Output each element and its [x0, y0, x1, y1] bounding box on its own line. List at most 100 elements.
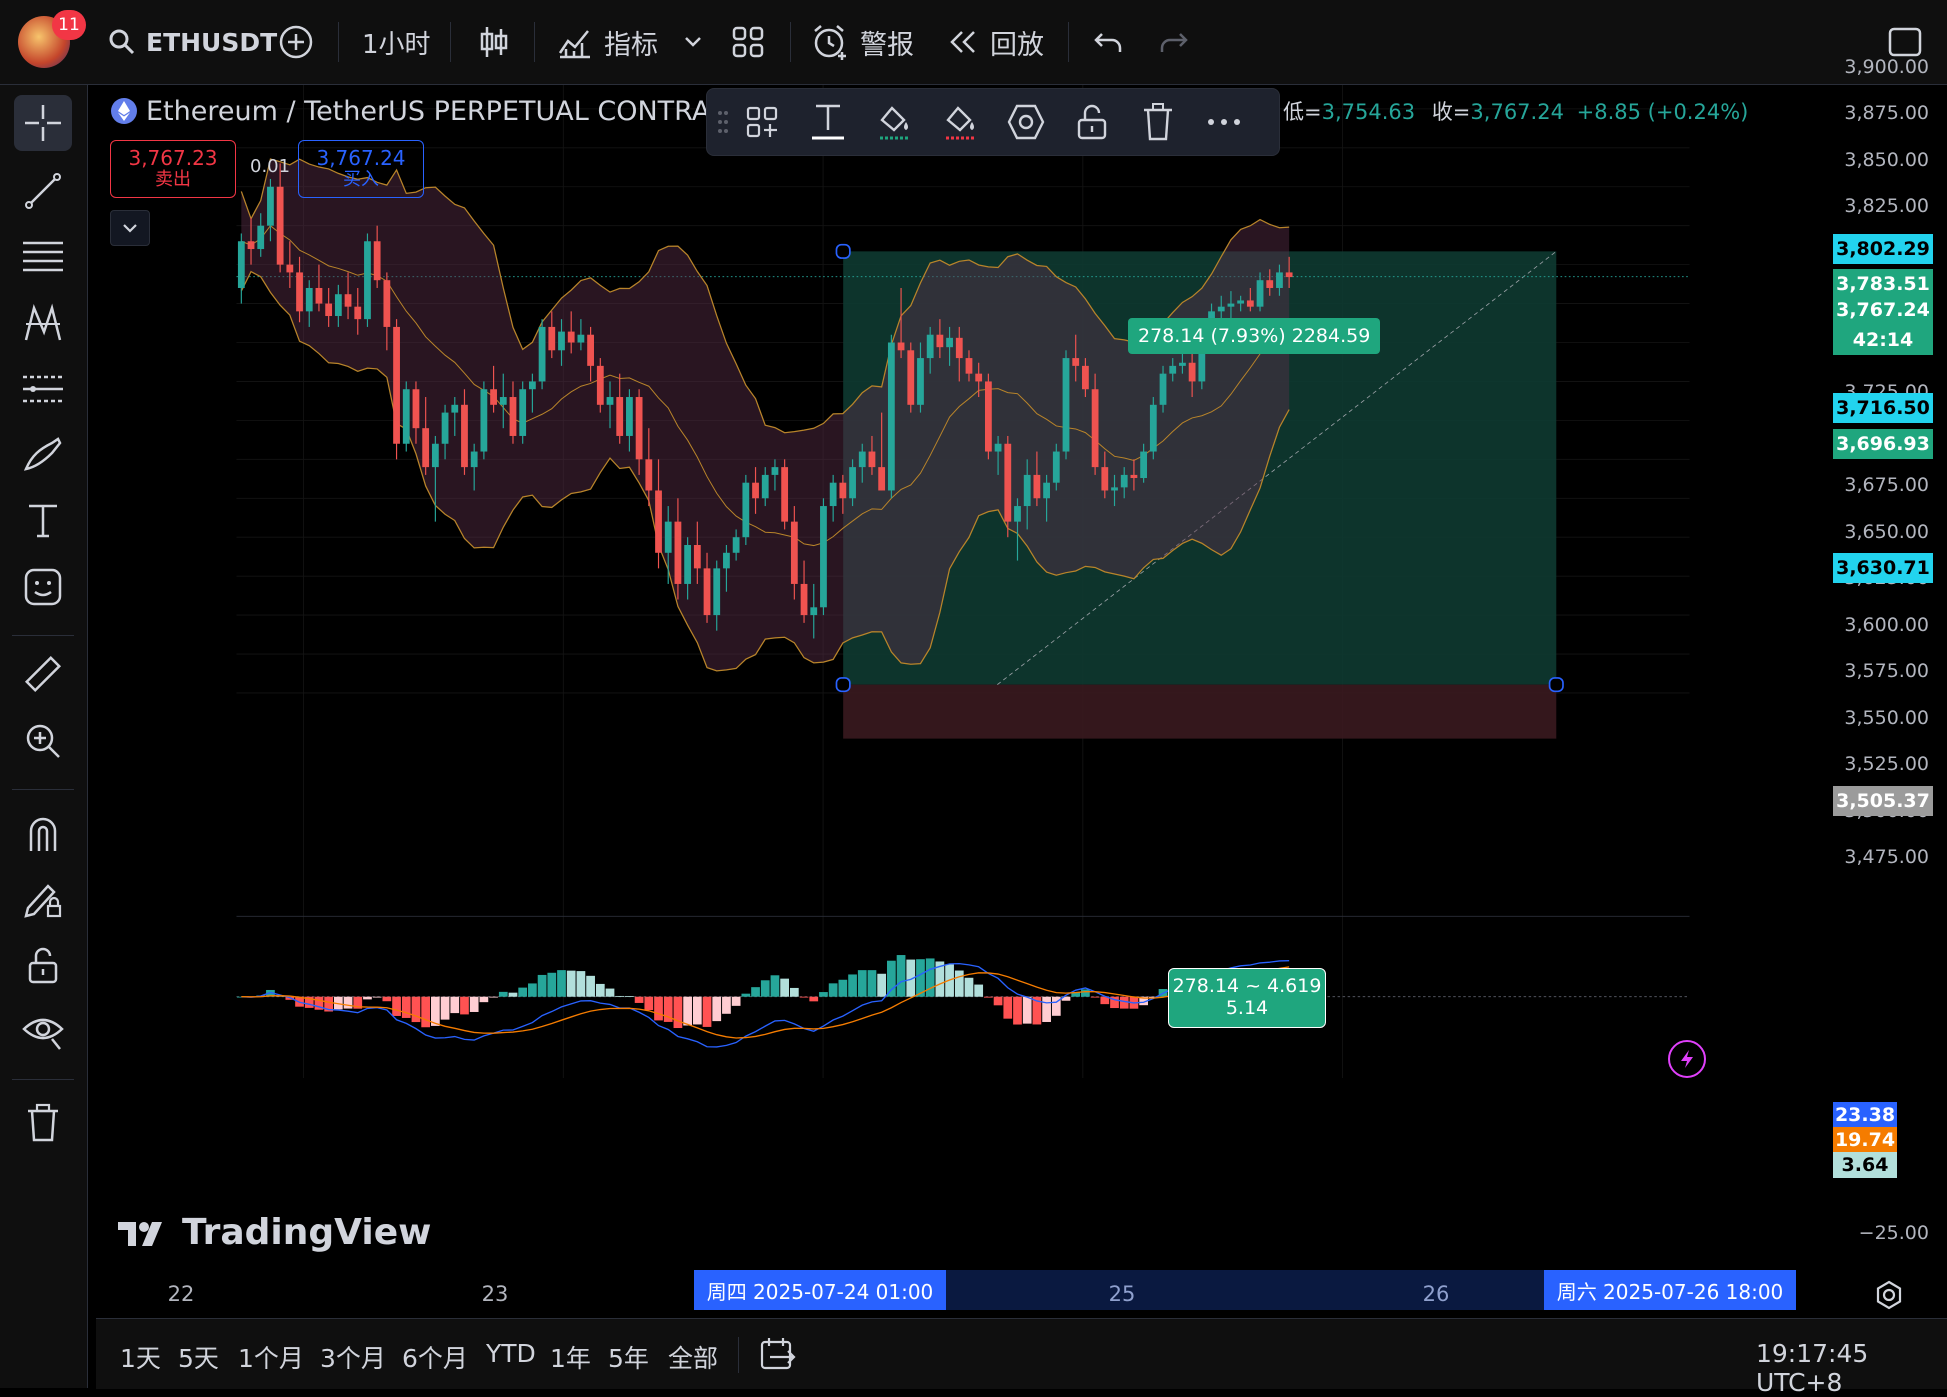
candle-body — [626, 397, 633, 436]
chart-type-button[interactable] — [478, 0, 510, 84]
undo-icon — [1094, 33, 1122, 52]
clock-label[interactable]: 19:17:45 UTC+8 — [1756, 1339, 1947, 1397]
buy-button[interactable]: 3,767.24 买入 — [298, 140, 424, 198]
candle-body — [917, 358, 924, 405]
visibility-settings-button[interactable] — [1003, 99, 1049, 145]
candle-body — [402, 389, 410, 444]
pattern-tool[interactable] — [14, 295, 72, 351]
symbol-search[interactable]: ETHUSDT — [108, 0, 277, 84]
range-1y[interactable]: 1年 — [550, 1339, 591, 1375]
candle-body — [422, 428, 430, 468]
macd-histogram-bar — [557, 970, 566, 997]
indicators-dropdown[interactable] — [684, 0, 702, 84]
unlock-icon — [28, 947, 58, 984]
stay-in-drawing-tool[interactable] — [14, 871, 72, 927]
interval-button[interactable]: 1小时 — [362, 0, 431, 84]
redo-button[interactable] — [1158, 0, 1188, 84]
macd-histogram-bar — [867, 970, 877, 997]
lightning-icon[interactable] — [1668, 1040, 1706, 1078]
candle-body — [528, 381, 536, 390]
candle-body — [538, 326, 546, 382]
spread-value: 0.01 — [250, 156, 291, 177]
range-1m[interactable]: 1个月 — [238, 1339, 304, 1375]
candle-body — [1130, 474, 1138, 479]
macd-histogram-bar — [1119, 996, 1129, 1009]
candle-body — [1072, 358, 1080, 366]
time-selection-span — [946, 1270, 1544, 1310]
text-tool[interactable] — [14, 493, 72, 549]
macd-histogram-bar — [547, 972, 557, 997]
notification-badge: 11 — [52, 10, 86, 40]
candle-body — [771, 467, 779, 475]
brush-tool[interactable] — [14, 427, 72, 483]
fill-color-button-lower[interactable] — [937, 99, 983, 145]
range-5d[interactable]: 5天 — [178, 1339, 219, 1375]
sticker-tool[interactable] — [14, 559, 72, 615]
candle-body — [1033, 474, 1041, 499]
crosshair-icon — [25, 105, 61, 141]
replay-button[interactable]: 回放 — [948, 0, 1044, 84]
range-6m[interactable]: 6个月 — [402, 1339, 468, 1375]
macd-histogram-bar — [615, 995, 625, 997]
macd-histogram-bar — [537, 974, 547, 997]
crosshair-tool[interactable] — [14, 95, 72, 151]
text-style-button[interactable] — [805, 99, 851, 145]
macd-histogram-bar — [896, 955, 906, 997]
range-3m[interactable]: 3个月 — [320, 1339, 386, 1375]
forecast-tool[interactable] — [14, 361, 72, 417]
add-to-template-button[interactable] — [739, 99, 785, 145]
candle-body — [1043, 482, 1050, 499]
sell-button[interactable]: 3,767.23 卖出 — [110, 140, 236, 198]
macd-histogram-bar — [508, 992, 518, 997]
alert-button[interactable]: 警报 — [812, 0, 914, 84]
candle-body — [907, 350, 915, 405]
macd-histogram-bar — [576, 971, 586, 997]
measure-handle — [835, 243, 851, 259]
range-ytd[interactable]: YTD — [486, 1339, 536, 1368]
collapse-legend-button[interactable] — [110, 210, 150, 246]
indicators-button[interactable]: 指标 — [558, 0, 658, 84]
layout-button[interactable] — [732, 0, 764, 84]
lock-button[interactable] — [1069, 99, 1115, 145]
drag-handle[interactable] — [711, 99, 735, 145]
symbol-title[interactable]: Ethereum / TetherUS PERPETUAL CONTRACT — [146, 96, 745, 127]
lock-drawings-tool[interactable] — [14, 937, 72, 993]
trash-icon — [1144, 103, 1172, 141]
chart-settings-button[interactable] — [1874, 1280, 1904, 1314]
magnet-tool[interactable] — [14, 805, 72, 861]
fib-tool[interactable] — [14, 229, 72, 285]
buy-label: 买入 — [343, 169, 379, 191]
candle-body — [936, 334, 944, 348]
price-chart[interactable] — [96, 85, 1830, 1078]
candle-body — [237, 241, 245, 288]
zoom-in-tool[interactable] — [14, 713, 72, 769]
range-5y[interactable]: 5年 — [608, 1339, 649, 1375]
goto-date-button[interactable] — [760, 1337, 796, 1375]
hide-drawings-tool[interactable] — [14, 1003, 72, 1059]
trendline-tool[interactable] — [14, 163, 72, 219]
price-label: 3,475.00 — [1844, 846, 1929, 868]
undo-button[interactable] — [1094, 0, 1124, 84]
range-1d[interactable]: 1天 — [120, 1339, 161, 1375]
macd-histogram-bar — [702, 996, 712, 1027]
delete-drawing-button[interactable] — [1135, 99, 1181, 145]
compare-button[interactable] — [278, 0, 314, 84]
price-axis[interactable]: 3,900.003,875.003,850.003,825.003,775.00… — [1830, 56, 1947, 1278]
macd-histogram-bar — [925, 958, 935, 997]
macd-histogram-bar — [440, 996, 450, 1020]
range-all[interactable]: 全部 — [668, 1339, 718, 1375]
candle-body — [1285, 272, 1293, 278]
candle-body — [315, 287, 323, 304]
trendline-icon — [25, 173, 61, 209]
candle-body — [577, 334, 585, 343]
ruler-tool[interactable] — [14, 647, 72, 703]
more-options-button[interactable] — [1201, 99, 1247, 145]
candle-body — [364, 241, 371, 320]
fill-color-button-upper[interactable] — [871, 99, 917, 145]
remove-drawings-tool[interactable] — [14, 1095, 72, 1151]
sell-price: 3,767.23 — [128, 146, 218, 171]
horizontal-lines-icon — [23, 241, 63, 272]
candle-body — [490, 389, 497, 405]
macd-histogram-bar — [634, 996, 644, 1003]
macd-histogram-bar — [848, 974, 857, 997]
